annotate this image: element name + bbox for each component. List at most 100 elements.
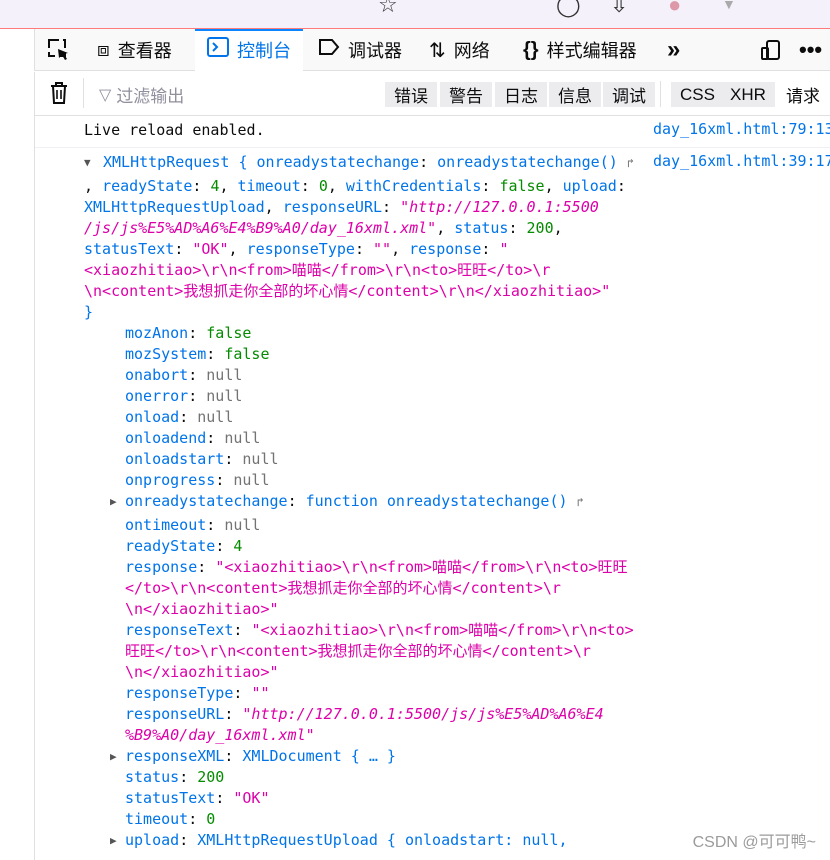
download-icon[interactable]: ⇩ — [610, 0, 628, 18]
tab-inspector[interactable]: ⧈ 查看器 — [97, 29, 172, 71]
property-row-continuation: </to>\r\n<content>我想抓走你全部的坏心情</content>\… — [125, 578, 561, 599]
filter-xhr-button[interactable]: XHR — [721, 82, 775, 107]
ellipsis-icon: ••• — [799, 37, 823, 62]
property-row[interactable]: responseXML: XMLDocument { … } — [125, 746, 396, 767]
value: "OK" — [192, 240, 229, 258]
jump-to-definition-icon[interactable]: ↱ — [577, 495, 584, 509]
tab-style-editor-label: 样式编辑器 — [546, 41, 637, 61]
console-filter-bar: ▽ 过滤输出 错误 警告 日志 信息 调试 CSS XHR 请求 — [34, 72, 830, 116]
jump-to-definition-icon[interactable]: ↱ — [627, 156, 634, 170]
watermark: CSDN @可可鸭~ — [692, 834, 816, 851]
property-row: statusText: "OK" — [125, 789, 270, 807]
filter-info-button[interactable]: 信息 — [549, 82, 601, 107]
value: 4 — [233, 537, 243, 555]
value: onloadstart: null, — [404, 831, 568, 849]
message-source-link[interactable]: day_16xml.html:39:17 — [653, 152, 830, 170]
value: null — [224, 516, 261, 534]
object-preview[interactable]: XMLHttpRequest { onreadystatechange: onr… — [103, 152, 634, 174]
property-row: mozAnon: false — [125, 324, 252, 342]
dock-options-button[interactable] — [761, 29, 783, 71]
bookmark-star-icon[interactable]: ☆ — [378, 0, 398, 18]
divider — [35, 147, 830, 148]
property-row: mozSystem: false — [125, 345, 270, 363]
property-row: status: 200 — [125, 768, 225, 786]
object-preview-line: \n<content>我想抓走你全部的坏心情</content>\r\n</xi… — [84, 281, 610, 302]
property-row: ontimeout: null — [125, 516, 261, 534]
value: \n</xiaozhitiao>" — [125, 600, 279, 618]
value: 200 — [197, 768, 225, 786]
value: null — [242, 450, 279, 468]
property-row: onerror: null — [125, 387, 243, 405]
picker-icon — [48, 39, 68, 60]
object-preview-line: XMLHttpRequestUpload, responseURL: "http… — [84, 198, 599, 216]
object-preview-line: <xiaozhitiao>\r\n<from>喵喵</from>\r\n<to>… — [84, 260, 550, 281]
value: <xiaozhitiao>\r\n<from>喵喵</from>\r\n<to>… — [84, 261, 551, 279]
property-row[interactable]: upload: XMLHttpRequestUpload { onloadsta… — [125, 830, 568, 851]
console-message-text: Live reload enabled. — [84, 121, 265, 139]
element-picker-button[interactable] — [47, 29, 71, 71]
value: "http://127.0.0.1:5500 — [400, 198, 599, 216]
property-row-continuation: %B9%A0/day_16xml.xml" — [125, 725, 315, 746]
value: null — [224, 429, 261, 447]
property-row: responseURL: "http://127.0.0.1:5500/js/j… — [125, 705, 604, 723]
expand-arrow-icon[interactable]: ▶ — [110, 495, 117, 508]
message-source-link[interactable]: day_16xml.html:79:13 — [653, 120, 830, 138]
property-row-continuation: \n</xiaozhitiao>" — [125, 662, 279, 683]
filter-warnings-button[interactable]: 警告 — [440, 82, 492, 107]
property-row: responseType: "" — [125, 684, 270, 702]
devtools-toolbar: ⧈ 查看器 控制台 调试器 ⇅ 网络 {} 样式编辑器 » ••• — [34, 29, 830, 71]
more-options-button[interactable]: ••• — [799, 29, 822, 71]
history-icon[interactable]: ◯ — [556, 0, 581, 18]
tab-debugger-label: 调试器 — [348, 41, 402, 61]
filter-icon: ▽ — [99, 86, 112, 104]
property-row: response: "<xiaozhitiao>\r\n<from>喵喵</fr… — [125, 558, 628, 576]
value: "" — [251, 684, 270, 702]
value: XMLHttpRequestUpload — [197, 831, 378, 849]
tab-network-label: 网络 — [453, 41, 490, 61]
value: "http://127.0.0.1:5500/js/js%E5%AD%A6%E4 — [242, 705, 604, 723]
brace: { — [238, 153, 248, 171]
property-row: readyState: 4 — [125, 537, 243, 555]
filter-requests-button[interactable]: 请求 — [777, 82, 829, 107]
value: XMLHttpRequestUpload — [84, 198, 265, 216]
expand-arrow-icon[interactable]: ▼ — [84, 156, 91, 169]
chevron-double-right-icon: » — [667, 36, 681, 63]
value: false — [224, 345, 270, 363]
divider — [83, 78, 84, 108]
clear-console-button[interactable] — [49, 81, 69, 110]
tab-style-editor[interactable]: {} 样式编辑器 — [523, 29, 637, 71]
property-row: onloadend: null — [125, 429, 261, 447]
value: false — [499, 177, 545, 195]
value: onreadystatechange() — [437, 153, 618, 171]
filter-debug-button[interactable]: 调试 — [603, 82, 655, 107]
property-row: onload: null — [125, 408, 234, 426]
value: null — [206, 366, 243, 384]
property-row: responseText: "<xiaozhitiao>\r\n<from>喵喵… — [125, 621, 634, 639]
object-preview-line: } — [84, 303, 94, 321]
filter-logs-button[interactable]: 日志 — [495, 82, 547, 107]
value: XMLDocument — [242, 747, 342, 765]
avatar[interactable]: ● — [668, 0, 681, 18]
expand-arrow-icon[interactable]: ▶ — [110, 750, 117, 763]
tab-console[interactable]: 控制台 — [195, 29, 303, 71]
property-row: onloadstart: null — [125, 450, 279, 468]
property-row: timeout: 0 — [125, 810, 216, 828]
filter-input[interactable]: ▽ 过滤输出 — [99, 82, 369, 107]
tab-debugger[interactable]: 调试器 — [318, 29, 402, 71]
property-row[interactable]: onreadystatechange: function onreadystat… — [125, 491, 584, 513]
trash-icon — [51, 82, 67, 104]
filter-css-button[interactable]: CSS — [671, 82, 724, 107]
more-tabs-button[interactable]: » — [667, 29, 680, 71]
expand-arrow-icon[interactable]: ▶ — [110, 834, 117, 847]
responsive-mode-icon — [761, 40, 780, 60]
object-preview-line: /js/js%E5%AD%A6%E4%B9%A0/day_16xml.xml",… — [84, 219, 563, 237]
tab-network[interactable]: ⇅ 网络 — [429, 29, 490, 71]
console-icon — [207, 37, 229, 63]
object-preview-line: , readyState: 4, timeout: 0, withCredent… — [84, 177, 626, 195]
value: function onreadystatechange() — [305, 492, 568, 510]
filter-errors-button[interactable]: 错误 — [385, 82, 437, 107]
value: /js/js%E5%AD%A6%E4%B9%A0/day_16xml.xml" — [84, 219, 437, 237]
property-row-continuation: \n</xiaozhitiao>" — [125, 599, 279, 620]
chevron-down-icon[interactable]: ▼ — [722, 0, 736, 12]
inspector-icon: ⧈ — [97, 38, 110, 61]
